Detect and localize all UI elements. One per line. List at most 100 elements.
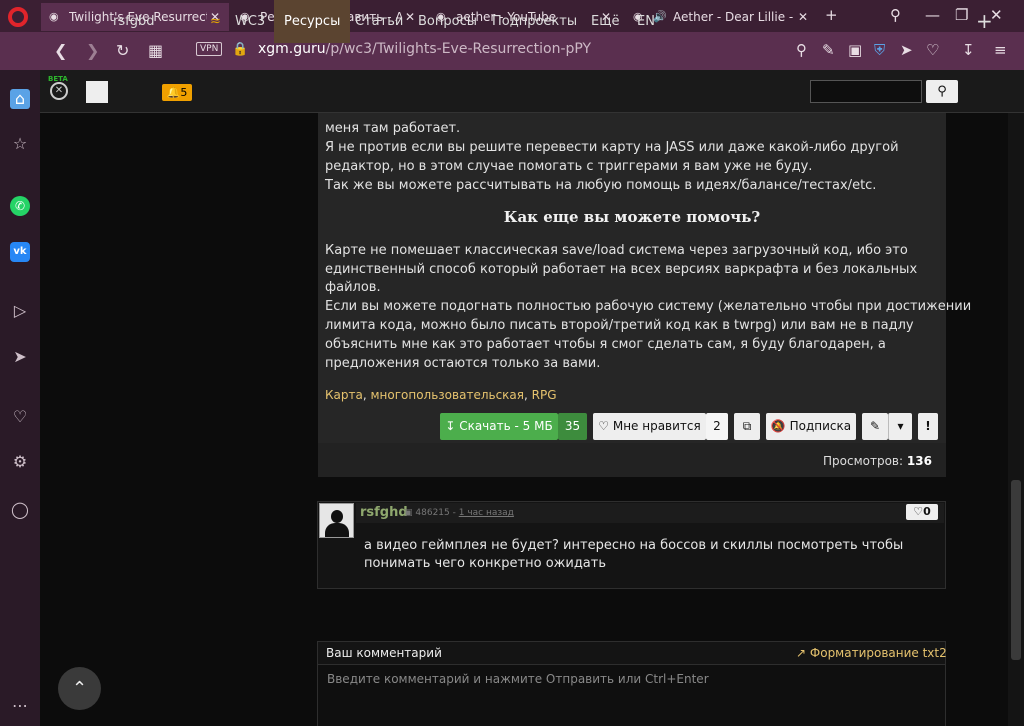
edit-icon[interactable]: ✎ [822, 41, 835, 59]
more-icon[interactable]: ⋯ [10, 696, 30, 716]
download-label: Скачать - 5 МБ [459, 419, 553, 433]
chevron-down-icon: ▾ [897, 419, 904, 433]
scroll-to-top-button[interactable]: ⌃ [58, 667, 101, 710]
nav-wc3[interactable]: WC3 [235, 0, 265, 43]
avatar[interactable] [86, 81, 108, 103]
share-button[interactable]: ⧉ [734, 413, 760, 440]
post-text: предложения остаются только за вами. [325, 356, 601, 371]
report-button[interactable]: ! [918, 413, 938, 440]
external-link-icon: ↗ [796, 646, 807, 660]
edit-dropdown-button[interactable]: ▾ [888, 413, 912, 440]
tab-label: Aether - Dear Lillie - Yo [673, 10, 795, 24]
search-icon[interactable]: ⚲ [926, 80, 958, 103]
restore-icon[interactable]: ❐ [955, 6, 968, 24]
shield-icon[interactable]: ⛨ [874, 41, 885, 59]
opera-logo-icon[interactable] [8, 7, 28, 27]
views-label: Просмотров: [823, 454, 904, 468]
nav-more[interactable]: Ещё [591, 0, 619, 43]
nav-questions[interactable]: Вопросы [418, 0, 477, 43]
post-text: файлов. [325, 280, 381, 295]
comment-author[interactable]: rsfghd [360, 505, 408, 520]
vpn-badge[interactable]: VPN [196, 42, 223, 56]
comment-like-count: 0 [923, 505, 931, 518]
close-icon[interactable]: ✕ [795, 10, 811, 24]
lock-icon[interactable]: 🔒 [232, 42, 248, 57]
settings-icon[interactable]: ⚙ [10, 452, 30, 472]
vk-icon[interactable]: vk [10, 242, 30, 262]
nav-subprojects[interactable]: Подпроекты [492, 0, 577, 43]
comment-time[interactable]: 1 час назад [459, 508, 514, 518]
camera-icon[interactable]: ▣ [848, 41, 862, 59]
site-search-input[interactable] [810, 80, 922, 103]
chevron-up-icon: ⌃ [71, 678, 88, 699]
back-icon[interactable]: ❮ [54, 41, 67, 60]
bell-off-icon: 🔕 [770, 419, 786, 433]
post-text: единственный способ который работает на … [325, 262, 918, 277]
heart-icon[interactable]: ♡ [926, 41, 939, 59]
reload-icon[interactable]: ↻ [116, 41, 129, 60]
add-icon[interactable]: + [976, 0, 993, 43]
notification-badge[interactable]: 🔔5 [162, 84, 192, 101]
send-icon[interactable]: ➤ [900, 41, 913, 59]
comment-like-button[interactable]: ♡0 [906, 504, 938, 520]
comment-text: а видео геймплея не будет? интересно на … [364, 538, 904, 571]
tag-link[interactable]: Карта [325, 388, 363, 402]
wc3-logo-icon: ≈ [210, 14, 221, 29]
minimize-icon[interactable]: — [925, 6, 940, 24]
comment-user-id: 486215 [415, 508, 450, 518]
heart-icon: ♡ [598, 419, 610, 433]
new-tab-icon[interactable]: + [825, 6, 838, 24]
player-icon[interactable]: ▷ [10, 301, 30, 321]
post-text: Если вы можете подогнать полностью рабоч… [325, 299, 972, 314]
section-heading: Как еще вы можете помочь? [503, 208, 761, 226]
avatar[interactable] [319, 503, 354, 538]
avatar-head [331, 510, 343, 523]
subscribe-button[interactable]: 🔕 Подписка [766, 413, 856, 440]
post-text: Карте не помешает классическая save/load… [325, 243, 908, 258]
bell-icon: 🔔 [166, 86, 181, 99]
post-text: редактор, но в этом случае помогать с тр… [325, 159, 813, 174]
share-icon: ⧉ [742, 419, 752, 433]
url-field[interactable]: xgm.guru/p/wc3/Twilights-Eve-Resurrectio… [258, 41, 591, 57]
speed-dial-icon[interactable]: ▦ [148, 41, 163, 60]
nav-lang-en[interactable]: EN [637, 0, 655, 43]
send-icon[interactable]: ➤ [10, 347, 30, 367]
user-icon: ▣ [404, 508, 413, 518]
views-counter: Просмотров: 136 [823, 454, 932, 468]
url-host: xgm.guru [258, 41, 326, 57]
home-icon[interactable]: ⌂ [10, 89, 30, 109]
search-tabs-icon[interactable]: ⚲ [890, 6, 901, 24]
search-icon[interactable]: ⚲ [796, 41, 807, 59]
heart-icon[interactable]: ♡ [10, 407, 30, 427]
subscribe-label: Подписка [789, 419, 852, 433]
menu-icon[interactable]: ≡ [994, 41, 1007, 59]
download-icon: ↧ [445, 419, 456, 433]
download-icon[interactable]: ↧ [962, 41, 975, 59]
scrollbar-thumb[interactable] [1011, 480, 1021, 660]
tag-link[interactable]: RPG [532, 388, 557, 402]
badge-count: 5 [180, 86, 188, 99]
lightbulb-icon[interactable]: ◯ [10, 500, 30, 520]
comment-placeholder: Введите комментарий и нажмите Отправить … [327, 672, 709, 686]
whatsapp-icon[interactable]: ✆ [10, 196, 30, 216]
download-button[interactable]: ↧ Скачать - 5 МБ [440, 413, 558, 440]
tag-list: Карта, многопользовательская, RPG [325, 388, 557, 402]
pencil-icon: ✎ [869, 419, 881, 433]
bookmark-icon[interactable]: ☆ [10, 134, 30, 154]
browser-sidebar: ⌂ ☆ ✆ vk ▷ ➤ ♡ ⚙ ◯ ⋯ [0, 70, 40, 726]
edit-button[interactable]: ✎ [862, 413, 888, 440]
nav-username[interactable]: rsfgbd [113, 0, 154, 43]
tag-link[interactable]: многопользовательская [370, 388, 524, 402]
xgm-logo-icon[interactable]: ✕ [50, 82, 68, 100]
post-text: лимита кода, можно было писать второй/тр… [325, 318, 914, 333]
heart-icon: ♡ [913, 505, 924, 518]
post-text: Я не против если вы решите перевести кар… [325, 140, 899, 155]
tab-favicon-icon: ◉ [49, 10, 59, 23]
nav-resources[interactable]: Ресурсы [274, 0, 351, 43]
like-button[interactable]: ♡ Мне нравится [593, 413, 706, 440]
nav-articles[interactable]: Статьи [355, 0, 403, 43]
post-text: Так же вы можете рассчитывать на любую п… [325, 178, 877, 193]
close-icon[interactable]: ✕ [402, 10, 418, 24]
forward-icon[interactable]: ❯ [86, 41, 99, 60]
formatting-link[interactable]: ↗ Форматирование txt2 [796, 646, 947, 660]
